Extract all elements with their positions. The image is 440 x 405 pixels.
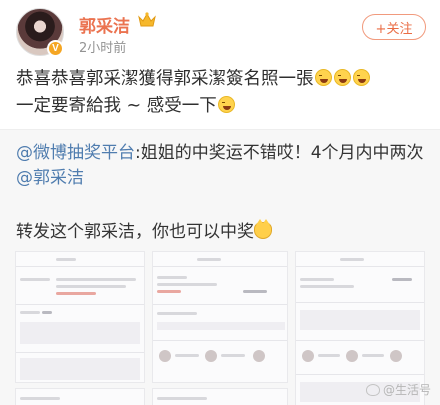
mention-platform-link[interactable]: @微博抽奖平台 [16, 143, 135, 163]
post-text-line-2-content: 一定要寄給我 ~ 感受一下 [16, 96, 217, 116]
post-timestamp: 2小时前 [79, 41, 127, 56]
watermark-text: @生活号 [383, 383, 432, 397]
repost-card[interactable]: @微博抽奖平台:姐姐的中奖运不错哎！4个月内中两次 @郭采洁 转发这个郭采洁，你也… [0, 129, 440, 405]
laugh-cry-emoji-icon [333, 69, 351, 86]
repost-text: @微博抽奖平台:姐姐的中奖运不错哎！4个月内中两次 @郭采洁 [16, 141, 428, 191]
follow-button[interactable]: +关注 [362, 14, 426, 40]
image-thumbnail-2[interactable] [152, 251, 288, 383]
post-text: 恭喜恭喜郭采潔獲得郭采潔簽名照一張 一定要寄給我 ~ 感受一下 [16, 66, 428, 120]
repost-line-2-text: 转发这个郭采洁，你也可以中奖 [16, 222, 254, 242]
watermark: @生活号 [366, 381, 431, 398]
weibo-logo-icon [366, 383, 380, 396]
post-text-line-2: 一定要寄給我 ~ 感受一下 [16, 93, 428, 120]
repost-line-2: 转发这个郭采洁，你也可以中奖 [16, 217, 272, 242]
image-thumbnail-1[interactable] [15, 251, 145, 383]
laugh-cry-emoji-icon [217, 96, 235, 113]
author-name[interactable]: 郭采洁 [79, 12, 130, 37]
laugh-cry-emoji-icon [314, 69, 332, 86]
image-thumbnail-5[interactable] [152, 388, 288, 405]
laugh-cry-emoji-icon [352, 69, 370, 86]
post-text-line-1-content: 恭喜恭喜郭采潔獲得郭采潔簽名照一張 [16, 69, 314, 89]
mention-user-link[interactable]: @郭采洁 [16, 168, 84, 188]
post-text-line-1: 恭喜恭喜郭采潔獲得郭采潔簽名照一張 [16, 66, 428, 93]
repost-text-body: :姐姐的中奖运不错哎！4个月内中两次 [135, 143, 424, 163]
verified-badge-icon: V [47, 40, 64, 57]
cat-smile-emoji-icon [254, 219, 272, 239]
crown-icon [138, 12, 156, 27]
image-thumbnail-4[interactable] [15, 388, 145, 405]
